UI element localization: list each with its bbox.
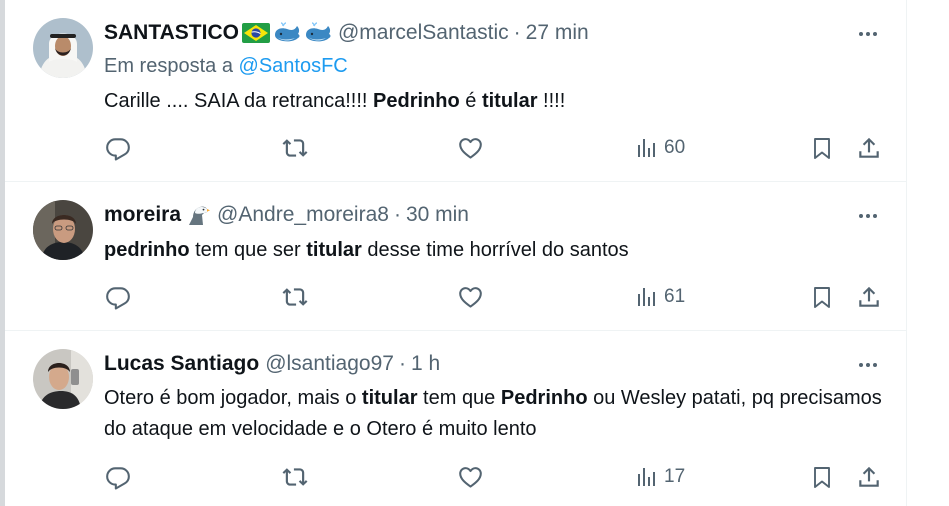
reply-button[interactable] (105, 133, 131, 163)
separator-dot: · (398, 352, 406, 375)
share-icon (856, 135, 882, 161)
views-count: 60 (664, 137, 686, 158)
retweet-button[interactable] (281, 282, 309, 312)
retweet-button[interactable] (281, 462, 309, 492)
user-handle[interactable]: @lsantiago97 (265, 352, 394, 376)
tweet-text: Carille .... SAIA da retranca!!!! Pedrin… (104, 86, 894, 117)
like-button[interactable] (457, 462, 484, 492)
views-button[interactable]: 60 (635, 133, 685, 163)
action-bar: 60 (5, 133, 906, 163)
tweet-header: moreira @Andre_moreira8 · 30 min (104, 203, 469, 227)
reply-button[interactable] (105, 462, 131, 492)
retweet-icon (281, 284, 309, 310)
brazil-flag-icon (241, 23, 270, 43)
more-icon[interactable] (853, 206, 883, 226)
share-button[interactable] (856, 462, 882, 492)
text-segment: desse time horrível do santos (361, 239, 629, 261)
reply-context: Em resposta a @SantosFC (104, 55, 348, 78)
user-handle[interactable]: @Andre_moreira8 (217, 203, 389, 227)
timestamp[interactable]: 30 min (406, 203, 469, 227)
bookmark-icon (810, 284, 834, 310)
retweet-icon (281, 464, 309, 490)
views-icon (635, 465, 659, 489)
avatar[interactable] (33, 349, 93, 409)
reply-button[interactable] (105, 282, 131, 312)
timestamp[interactable]: 27 min (526, 21, 589, 45)
reply-feed: SANTASTICO @marcelSantastic · 27 min Em … (5, 0, 906, 506)
highlighted-term: pedrinho (104, 239, 190, 261)
views-icon (635, 285, 659, 309)
reply-prefix: Em resposta a (104, 55, 233, 77)
bookmark-icon (810, 135, 834, 161)
like-button[interactable] (457, 282, 484, 312)
more-icon[interactable] (853, 24, 883, 44)
action-bar: 17 (5, 462, 906, 492)
timestamp[interactable]: 1 h (411, 352, 440, 376)
reply-icon (105, 464, 131, 490)
tweet-header: SANTASTICO @marcelSantastic · 27 min (104, 21, 589, 45)
reply-icon (105, 284, 131, 310)
text-segment: Carille .... SAIA da retranca!!!! (104, 90, 374, 112)
share-icon (856, 284, 882, 310)
eagle-icon (187, 203, 211, 227)
bookmark-button[interactable] (810, 133, 834, 163)
views-count: 17 (664, 466, 686, 487)
highlighted-term: titular (361, 387, 418, 409)
display-name[interactable]: SANTASTICO (104, 21, 239, 45)
tweet-text: Otero é bom jogador, mais o titular tem … (104, 383, 884, 445)
share-button[interactable] (856, 133, 882, 163)
highlighted-term: Pedrinho (373, 90, 460, 112)
action-bar: 61 (5, 282, 906, 312)
like-button[interactable] (457, 133, 484, 163)
like-icon (457, 135, 484, 161)
right-border (906, 0, 907, 506)
share-icon (856, 464, 882, 490)
bookmark-button[interactable] (810, 282, 834, 312)
views-count: 61 (664, 286, 686, 307)
separator-dot: · (393, 203, 401, 226)
share-button[interactable] (856, 282, 882, 312)
avatar[interactable] (33, 200, 93, 260)
tweet[interactable]: Lucas Santiago @lsantiago97 · 1 h Otero … (5, 331, 906, 506)
more-icon[interactable] (853, 355, 883, 375)
whale-icon (273, 22, 301, 44)
reply-icon (105, 135, 131, 161)
display-name[interactable]: moreira (104, 203, 181, 227)
tweet-header: Lucas Santiago @lsantiago97 · 1 h (104, 352, 440, 376)
display-name[interactable]: Lucas Santiago (104, 352, 259, 376)
highlighted-term: titular (306, 239, 362, 261)
retweet-button[interactable] (281, 133, 309, 163)
tweet-text: pedrinho tem que ser titular desse time … (104, 235, 894, 266)
like-icon (457, 284, 484, 310)
views-button[interactable]: 17 (635, 462, 685, 492)
retweet-icon (281, 135, 309, 161)
text-segment: Otero é bom jogador, mais o (104, 387, 362, 409)
whale-icon (304, 22, 332, 44)
reply-mention-link[interactable]: @SantosFC (239, 55, 348, 77)
bookmark-button[interactable] (810, 462, 834, 492)
views-button[interactable]: 61 (635, 282, 685, 312)
user-handle[interactable]: @marcelSantastic (338, 21, 509, 45)
tweet[interactable]: SANTASTICO @marcelSantastic · 27 min Em … (5, 0, 906, 182)
highlighted-term: titular (481, 90, 538, 112)
separator-dot: · (513, 21, 521, 44)
like-icon (457, 464, 484, 490)
text-segment: tem que ser (189, 239, 307, 261)
highlighted-term: Pedrinho (500, 387, 588, 409)
text-segment: !!!! (537, 90, 566, 112)
views-icon (635, 136, 659, 160)
bookmark-icon (810, 464, 834, 490)
avatar[interactable] (33, 18, 93, 78)
text-segment: tem que (417, 387, 501, 409)
tweet[interactable]: moreira @Andre_moreira8 · 30 min pedrinh… (5, 182, 906, 331)
text-segment: é (459, 90, 482, 112)
